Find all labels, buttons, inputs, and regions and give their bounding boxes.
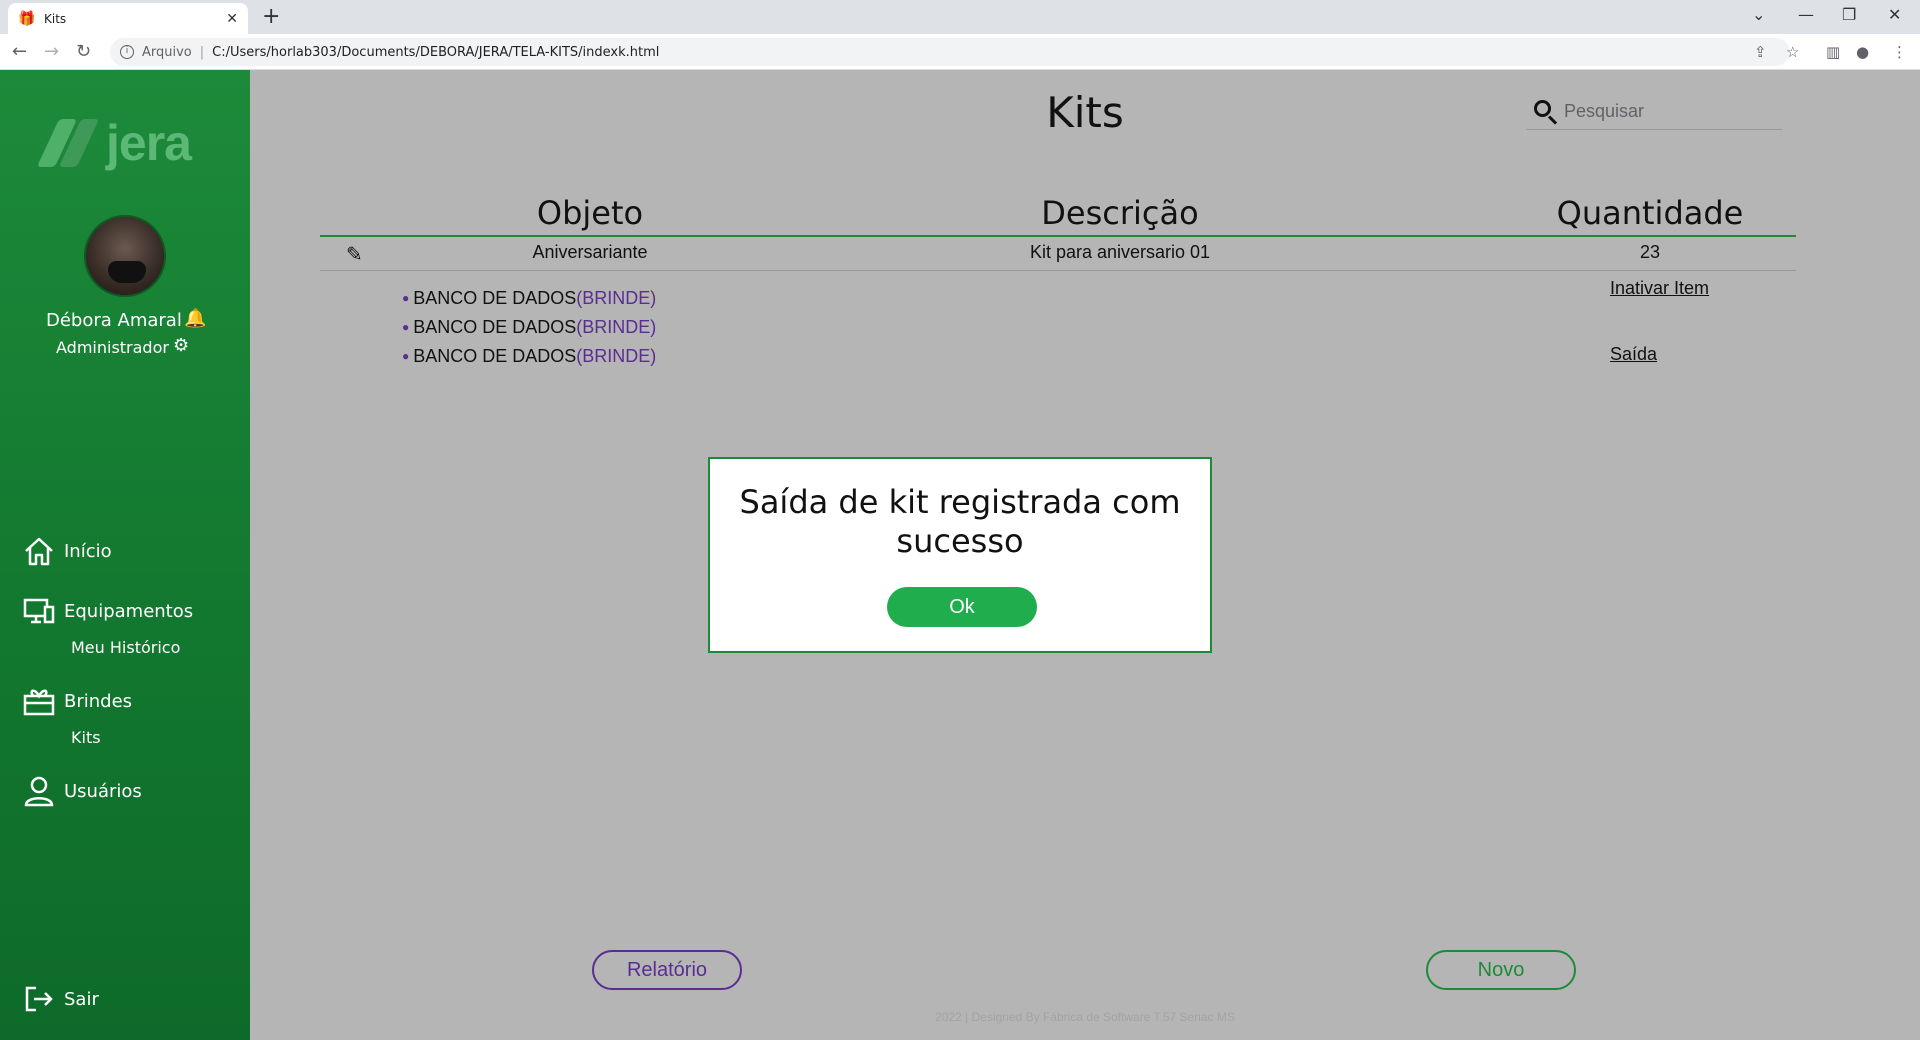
edit-pencil-icon[interactable]: ✎ <box>346 242 363 266</box>
search-icon <box>1532 98 1560 126</box>
logo-mark-icon <box>36 119 100 167</box>
avatar[interactable] <box>84 215 166 297</box>
browser-toolbar: ← → ↻ i Arquivo | C:/Users/horlab303/Doc… <box>0 34 1920 70</box>
list-item: ● BANCO DE DADOS(BRINDE) <box>402 313 656 342</box>
search-placeholder: Pesquisar <box>1564 101 1645 121</box>
column-header-objeto: Objeto <box>536 194 644 232</box>
bullet-icon: ● <box>402 291 410 305</box>
bookmark-star-icon[interactable]: ☆ <box>1786 43 1799 61</box>
tab-search-icon[interactable]: ⌄ <box>1752 2 1765 28</box>
share-icon[interactable]: ⇪ <box>1754 43 1767 61</box>
new-tab-button[interactable]: + <box>262 4 280 30</box>
user-name: Débora Amaral <box>46 310 182 331</box>
monitor-icon <box>22 596 56 626</box>
row-divider <box>320 270 1796 271</box>
sidebar-item-label: Sair <box>64 988 99 1010</box>
sidebar-subitem-meu-historico[interactable]: Meu Histórico <box>71 638 180 657</box>
gift-icon: 🎁 <box>18 10 36 27</box>
user-role: Administrador <box>56 338 169 357</box>
profile-icon[interactable]: ● <box>1856 43 1869 61</box>
logout-icon <box>22 984 56 1014</box>
dialog-message: Saída de kit registrada com sucesso <box>739 483 1181 560</box>
item-name: BANCO DE DADOS <box>413 288 577 308</box>
ok-button[interactable]: Ok <box>887 587 1037 627</box>
kit-items-list: ● BANCO DE DADOS(BRINDE) ● BANCO DE DADOS(… <box>402 284 656 371</box>
tab-close-icon[interactable]: ✕ <box>226 11 238 27</box>
search-input[interactable]: Pesquisar <box>1526 94 1782 130</box>
side-panel-icon[interactable]: ▥ <box>1826 43 1840 61</box>
item-tag: (BRINDE) <box>576 288 657 308</box>
sidebar-item-brindes[interactable]: Brindes <box>22 686 132 716</box>
sidebar: jera Débora Amaral 🔔 Administrador ⚙ Iní… <box>0 70 250 1040</box>
gear-icon[interactable]: ⚙ <box>173 335 189 356</box>
inactivate-item-link[interactable]: Inativar Item <box>1610 278 1709 299</box>
sidebar-item-label: Brindes <box>64 690 133 712</box>
item-name: BANCO DE DADOS <box>413 346 577 366</box>
bell-icon[interactable]: 🔔 <box>184 308 206 329</box>
sidebar-item-usuarios[interactable]: Usuários <box>22 776 142 807</box>
sidebar-subitem-kits[interactable]: Kits <box>71 728 101 747</box>
address-scheme: Arquivo <box>142 44 192 60</box>
column-header-descricao: Descrição <box>1041 194 1199 232</box>
minimize-icon[interactable]: — <box>1798 2 1814 28</box>
jera-logo: jera <box>36 114 192 172</box>
cell-quantidade: 23 <box>1639 242 1661 262</box>
bullet-icon: ● <box>402 320 410 334</box>
forward-icon[interactable]: → <box>44 39 59 65</box>
gift-icon <box>22 686 56 716</box>
list-item: ● BANCO DE DADOS(BRINDE) <box>402 342 656 371</box>
footer-credits: 2022 | Designed By Fábrica de Software T… <box>935 1010 1235 1024</box>
browser-tabbar: 🎁 Kits ✕ + ⌄ — ❐ ✕ <box>0 0 1920 34</box>
info-icon[interactable]: i <box>120 45 134 59</box>
close-window-icon[interactable]: ✕ <box>1888 2 1901 28</box>
success-dialog: Saída de kit registrada com sucesso Ok <box>708 457 1212 653</box>
logo-text: jera <box>106 115 192 171</box>
user-icon <box>22 776 56 807</box>
cell-descricao: Kit para aniversario 01 <box>1029 242 1211 262</box>
sidebar-item-label: Início <box>64 540 112 562</box>
address-separator: | <box>199 44 205 60</box>
bullet-icon: ● <box>402 349 410 363</box>
sidebar-item-equipamentos[interactable]: Equipamentos <box>22 596 193 626</box>
address-bar[interactable]: i Arquivo | C:/Users/horlab303/Documents… <box>110 38 1790 66</box>
list-item: ● BANCO DE DADOS(BRINDE) <box>402 284 656 313</box>
header-divider <box>320 235 1796 237</box>
relatorio-button[interactable]: Relatório <box>592 950 742 990</box>
item-name: BANCO DE DADOS <box>413 317 577 337</box>
item-tag: (BRINDE) <box>576 346 657 366</box>
home-icon <box>22 536 56 566</box>
sidebar-item-label: Usuários <box>64 780 142 802</box>
logout-button[interactable]: Sair <box>22 984 99 1014</box>
novo-button[interactable]: Novo <box>1426 950 1576 990</box>
browser-tab[interactable]: 🎁 Kits ✕ <box>8 3 248 34</box>
menu-icon[interactable]: ⋮ <box>1892 43 1907 61</box>
sidebar-item-label: Equipamentos <box>64 600 194 622</box>
tab-title: Kits <box>44 11 67 26</box>
address-url: C:/Users/horlab303/Documents/DEBORA/JERA… <box>212 44 660 60</box>
restore-icon[interactable]: ❐ <box>1842 2 1856 28</box>
reload-icon[interactable]: ↻ <box>76 39 91 65</box>
back-icon[interactable]: ← <box>12 39 27 65</box>
column-header-quantidade: Quantidade <box>1556 194 1744 232</box>
sidebar-item-inicio[interactable]: Início <box>22 536 112 566</box>
saida-link[interactable]: Saída <box>1610 344 1657 365</box>
item-tag: (BRINDE) <box>576 317 657 337</box>
cell-objeto: Aniversariante <box>532 242 648 262</box>
